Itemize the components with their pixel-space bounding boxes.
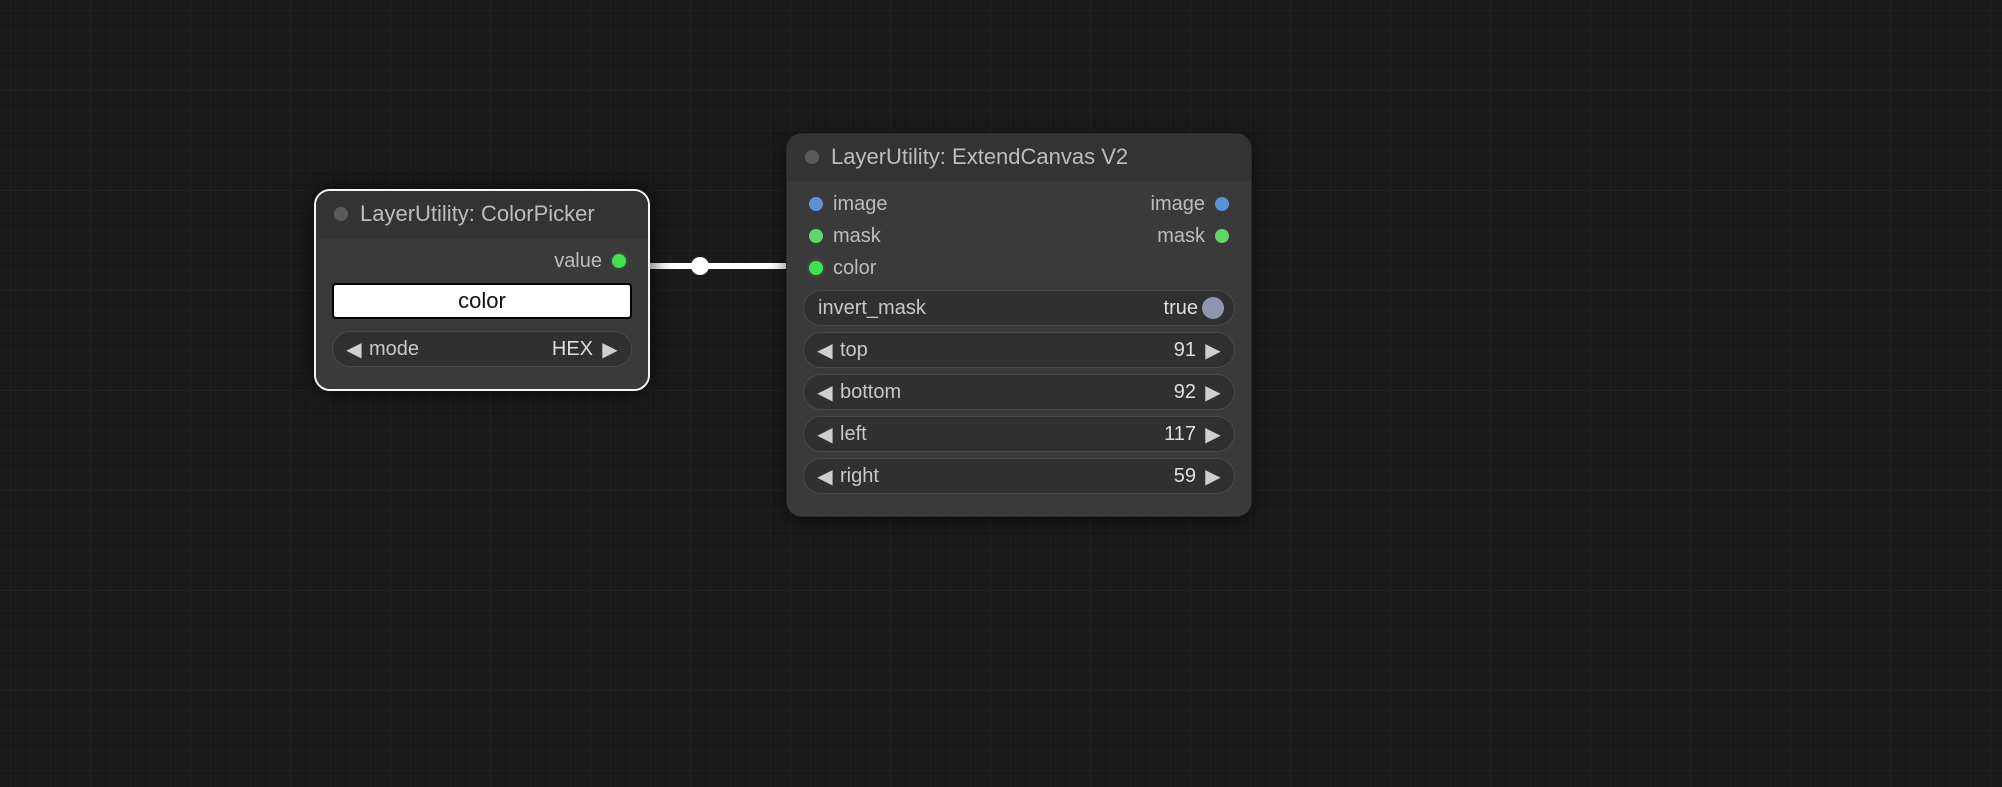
input-slot-mask[interactable]: mask [809, 225, 881, 248]
input-port-icon[interactable] [809, 229, 823, 243]
collapse-dot-icon[interactable] [805, 150, 819, 164]
widget-value[interactable]: 117 [867, 423, 1202, 446]
widget-label: left [836, 423, 867, 446]
widget-label: top [836, 339, 868, 362]
top-stepper[interactable]: ◀ top 91 ▶ [803, 332, 1235, 368]
widget-label: mode [365, 338, 419, 361]
output-label: mask [1157, 225, 1205, 248]
mode-selector[interactable]: ◀ mode HEX ▶ [332, 331, 632, 367]
output-port-icon[interactable] [1215, 197, 1229, 211]
node-body: image image mask mask [787, 182, 1251, 516]
output-slot-mask[interactable]: mask [1157, 225, 1229, 248]
collapse-dot-icon[interactable] [334, 207, 348, 221]
left-stepper[interactable]: ◀ left 117 ▶ [803, 416, 1235, 452]
widget-label: invert_mask [814, 297, 926, 320]
input-slot-color[interactable]: color [809, 257, 876, 280]
node-colorpicker[interactable]: LayerUtility: ColorPicker value color ◀ … [314, 189, 650, 391]
node-title-bar[interactable]: LayerUtility: ColorPicker [316, 191, 648, 239]
invert-mask-toggle[interactable]: invert_mask true [803, 290, 1235, 326]
slot-row-image: image image [787, 188, 1251, 220]
input-slot-image[interactable]: image [809, 193, 887, 216]
arrow-left-icon[interactable]: ◀ [343, 337, 365, 362]
arrow-left-icon[interactable]: ◀ [814, 380, 836, 405]
output-label: value [554, 250, 602, 273]
slot-row-color: color [787, 252, 1251, 284]
node-title-text: LayerUtility: ExtendCanvas V2 [831, 144, 1128, 170]
output-port-icon[interactable] [612, 254, 626, 268]
bottom-stepper[interactable]: ◀ bottom 92 ▶ [803, 374, 1235, 410]
arrow-right-icon[interactable]: ▶ [1202, 464, 1224, 489]
right-stepper[interactable]: ◀ right 59 ▶ [803, 458, 1235, 494]
color-swatch[interactable]: color [332, 283, 632, 319]
widget-value[interactable]: 59 [879, 465, 1202, 488]
output-slot-image[interactable]: image [1151, 193, 1229, 216]
widget-label: right [836, 465, 879, 488]
arrow-left-icon[interactable]: ◀ [814, 422, 836, 447]
arrow-right-icon[interactable]: ▶ [599, 337, 621, 362]
widget-value[interactable]: 92 [901, 381, 1202, 404]
arrow-right-icon[interactable]: ▶ [1202, 338, 1224, 363]
node-title-bar[interactable]: LayerUtility: ExtendCanvas V2 [787, 134, 1251, 182]
arrow-left-icon[interactable]: ◀ [814, 338, 836, 363]
toggle-knob-icon[interactable] [1202, 297, 1224, 319]
arrow-right-icon[interactable]: ▶ [1202, 380, 1224, 405]
input-label: color [833, 257, 876, 280]
node-title-text: LayerUtility: ColorPicker [360, 201, 595, 227]
widget-label: bottom [836, 381, 901, 404]
widget-value[interactable]: 91 [868, 339, 1202, 362]
node-extendcanvas[interactable]: LayerUtility: ExtendCanvas V2 image imag… [786, 133, 1252, 517]
input-port-icon[interactable] [809, 197, 823, 211]
output-label: image [1151, 193, 1205, 216]
input-port-icon[interactable] [809, 261, 823, 275]
color-swatch-label: color [458, 288, 506, 314]
input-label: image [833, 193, 887, 216]
output-port-icon[interactable] [1215, 229, 1229, 243]
input-label: mask [833, 225, 881, 248]
node-editor-canvas[interactable]: LayerUtility: ColorPicker value color ◀ … [0, 0, 2002, 787]
arrow-right-icon[interactable]: ▶ [1202, 422, 1224, 447]
widget-value: HEX [419, 338, 599, 361]
slot-row-mask: mask mask [787, 220, 1251, 252]
widget-value: true [926, 297, 1202, 320]
node-body: value color ◀ mode HEX ▶ [316, 239, 648, 389]
arrow-left-icon[interactable]: ◀ [814, 464, 836, 489]
output-slot-value[interactable]: value [316, 245, 648, 277]
